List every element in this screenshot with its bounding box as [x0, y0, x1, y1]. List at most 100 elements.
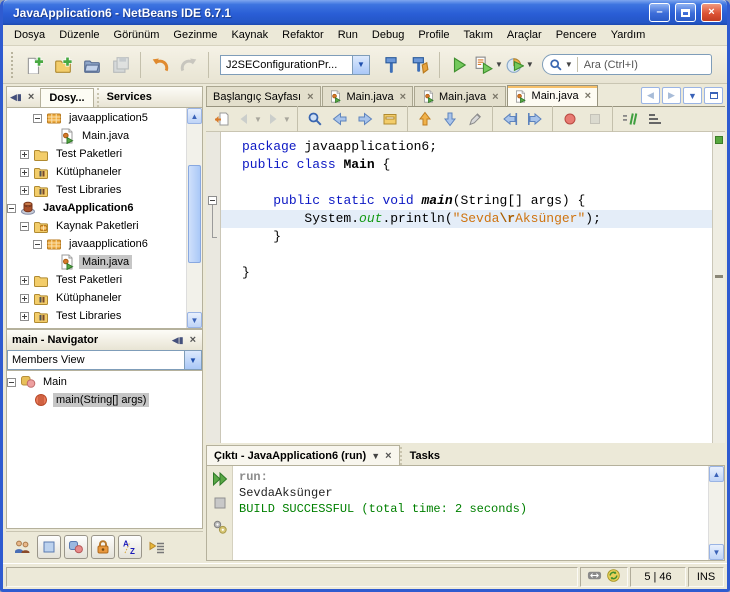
maximize-button[interactable] — [675, 3, 696, 22]
save-all-button[interactable] — [107, 50, 135, 80]
tree-item-main-java[interactable]: Main.java — [7, 253, 186, 271]
expand-icon[interactable] — [20, 149, 29, 159]
find-previous-button[interactable] — [328, 108, 352, 130]
forward-button[interactable]: ▼ — [264, 108, 292, 130]
expand-icon[interactable] — [20, 167, 29, 177]
search-input[interactable] — [581, 57, 707, 72]
close-panel-icon[interactable]: × — [25, 91, 37, 103]
close-tab-icon[interactable]: × — [398, 91, 406, 103]
menu-item-10[interactable]: Araçlar — [500, 26, 549, 44]
chevron-down-icon[interactable]: ▼ — [495, 60, 503, 69]
tree-item-javaapplication6[interactable]: javaapplication6 — [7, 235, 186, 253]
scrollbar-track[interactable] — [187, 124, 202, 312]
menu-item-6[interactable]: Run — [331, 26, 365, 44]
output-text[interactable]: run: SevdaAksünger BUILD SUCCESSFUL (total… — [233, 466, 708, 560]
new-project-button[interactable] — [49, 50, 77, 80]
comment-button[interactable] — [618, 108, 642, 130]
expand-icon[interactable] — [20, 311, 29, 321]
file-sync-button[interactable] — [606, 568, 621, 586]
menu-item-2[interactable]: Görünüm — [107, 26, 167, 44]
tree-item-main-java[interactable]: Main.java — [7, 127, 186, 145]
uncomment-button[interactable] — [643, 108, 667, 130]
shift-right-button[interactable] — [523, 108, 547, 130]
quick-search[interactable]: ▼ — [541, 54, 712, 75]
configuration-combo[interactable]: J2SEConfigurationPr... ▼ — [220, 54, 370, 75]
menu-item-1[interactable]: Düzenle — [52, 26, 106, 44]
open-project-button[interactable] — [78, 50, 106, 80]
tree-item-javaapplication5[interactable]: javaapplication5 — [7, 109, 186, 127]
close-tab-icon[interactable]: × — [490, 91, 498, 103]
rerun-button[interactable] — [210, 469, 230, 489]
tree-item-main[interactable]: Main — [7, 373, 202, 391]
navigator-view-combo[interactable]: Members View ▼ — [7, 350, 202, 370]
clean-build-button[interactable] — [406, 50, 434, 80]
chevron-down-icon[interactable]: ▼ — [184, 351, 201, 369]
last-edit-button[interactable] — [210, 108, 234, 130]
code-pane[interactable]: package javaapplication6; public class Ma… — [221, 132, 712, 443]
lock-button[interactable] — [91, 534, 115, 559]
chevron-down-icon[interactable]: ▼ — [283, 115, 291, 124]
typing-mode-button[interactable] — [587, 568, 602, 586]
maximize-editor-icon[interactable] — [704, 87, 723, 104]
tree-item-k-t-phaneler[interactable]: Kütüphaneler — [7, 289, 186, 307]
debug-button[interactable]: ▼ — [474, 50, 504, 80]
collapse-icon[interactable] — [33, 113, 42, 123]
tab-services[interactable]: Services — [96, 87, 160, 107]
title-bar[interactable]: JavaApplication6 - NetBeans IDE 6.7.1 – … — [3, 0, 727, 25]
shift-left-button[interactable] — [498, 108, 522, 130]
scroll-tabs-right-icon[interactable]: ▶ — [662, 87, 681, 104]
minimize-button[interactable]: – — [649, 3, 670, 22]
sort-alphabetically-button[interactable]: AZ — [118, 534, 142, 559]
rename-button[interactable] — [463, 108, 487, 130]
chevron-down-icon[interactable]: ▼ — [352, 55, 369, 74]
tree-item-test-paketleri[interactable]: Test Paketleri — [7, 271, 186, 289]
tree-item-test-libraries[interactable]: Test Libraries — [7, 181, 186, 199]
menu-item-12[interactable]: Yardım — [604, 26, 653, 44]
apply-filters-button[interactable] — [145, 535, 169, 559]
scroll-up-icon[interactable]: ▲ — [187, 108, 202, 124]
double-chevron-down-icon[interactable]: ▼ — [371, 451, 380, 461]
editor-pane-button[interactable] — [37, 534, 61, 559]
menu-item-11[interactable]: Pencere — [549, 26, 604, 44]
tree-item-k-t-phaneler[interactable]: Kütüphaneler — [7, 163, 186, 181]
stop-macro-button[interactable] — [583, 108, 607, 130]
profile-button[interactable]: ▼ — [505, 50, 535, 80]
close-tab-icon[interactable]: × — [305, 91, 313, 103]
expand-icon[interactable] — [20, 293, 29, 303]
error-stripe[interactable] — [712, 132, 725, 443]
editor-area[interactable]: package javaapplication6; public class Ma… — [206, 132, 725, 443]
collapse-icon[interactable] — [33, 239, 42, 249]
redo-button[interactable] — [175, 50, 203, 80]
menu-item-0[interactable]: Dosya — [7, 26, 52, 44]
tree-item-test-paketleri[interactable]: Test Paketleri — [7, 145, 186, 163]
collapse-icon[interactable] — [7, 203, 16, 213]
tree-item-kaynak-paketleri[interactable]: Kaynak Paketleri — [7, 217, 186, 235]
close-tab-icon[interactable]: × — [583, 90, 591, 102]
menu-item-7[interactable]: Debug — [365, 26, 411, 44]
minimize-panel-icon[interactable]: ◀▮ — [10, 92, 22, 103]
tab-output[interactable]: Çıktı - JavaApplication6 (run) ▼ × — [206, 445, 400, 465]
chevron-down-icon[interactable]: ▼ — [526, 60, 534, 69]
scrollbar-thumb[interactable] — [188, 165, 201, 264]
editor-tab-0[interactable]: Başlangıç Sayfası × — [206, 86, 321, 106]
close-icon[interactable]: × — [385, 450, 391, 462]
undo-button[interactable] — [146, 50, 174, 80]
back-button[interactable]: ▼ — [235, 108, 263, 130]
minimize-panel-icon[interactable]: ◀▮ — [172, 335, 184, 346]
next-occurrence-button[interactable] — [438, 108, 462, 130]
expand-icon[interactable] — [20, 185, 29, 195]
ant-settings-button[interactable] — [210, 517, 230, 537]
build-button[interactable] — [377, 50, 405, 80]
scroll-down-icon[interactable]: ▼ — [187, 312, 202, 328]
show-members-button[interactable] — [64, 534, 88, 559]
search-dropdown-icon[interactable]: ▼ — [565, 60, 573, 69]
tree-item-test-libraries[interactable]: Test Libraries — [7, 307, 186, 325]
stop-run-button[interactable] — [210, 493, 230, 513]
close-button[interactable]: × — [701, 3, 722, 22]
scroll-up-icon[interactable]: ▲ — [709, 466, 724, 482]
team-button[interactable] — [10, 535, 34, 559]
tree-item-javaapplication6[interactable]: JavaApplication6 — [7, 199, 186, 217]
find-selection-button[interactable] — [303, 108, 327, 130]
menu-item-8[interactable]: Profile — [411, 26, 456, 44]
previous-occurrence-button[interactable] — [413, 108, 437, 130]
